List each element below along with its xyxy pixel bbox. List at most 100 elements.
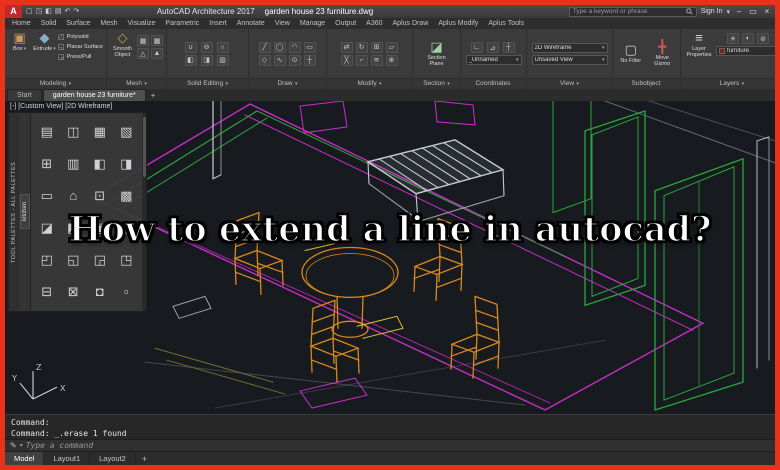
- modify-tool-icon[interactable]: ▱: [386, 42, 398, 53]
- section-plane-button[interactable]: ◪ Section Plane: [422, 40, 452, 67]
- palette-block[interactable]: ◨: [114, 148, 140, 179]
- palette-block[interactable]: ⊟: [34, 276, 60, 307]
- draw-tool-icon[interactable]: ◇: [259, 55, 271, 66]
- box-tool-button[interactable]: ▣ Box▾: [8, 31, 31, 52]
- modify-tool-icon[interactable]: ╳: [341, 55, 353, 66]
- palette-block[interactable]: ⊠: [61, 276, 87, 307]
- ribbon-tab[interactable]: Solid: [36, 18, 62, 29]
- ribbon-tab[interactable]: View: [270, 18, 295, 29]
- search-field[interactable]: Type a keyword or phrase: [569, 7, 697, 17]
- search-icon[interactable]: [686, 8, 693, 15]
- ribbon-tab[interactable]: Annotate: [232, 18, 270, 29]
- palette-block[interactable]: ⌂: [61, 180, 87, 211]
- modify-tool-icon[interactable]: ⇄: [341, 42, 353, 53]
- ucs-tool-icon[interactable]: ┼: [503, 42, 515, 53]
- palette-block[interactable]: ▦: [87, 116, 113, 147]
- ribbon-tab[interactable]: Manage: [295, 18, 330, 29]
- modify-tool-icon[interactable]: ⌐: [356, 55, 368, 66]
- panel-label-modeling[interactable]: Modeling ▾: [5, 78, 106, 89]
- draw-tool-icon[interactable]: ∿: [274, 55, 286, 66]
- palette-block[interactable]: ▤: [34, 116, 60, 147]
- named-view-combo[interactable]: Unsaved View▾: [532, 55, 608, 65]
- mesh-tool-icon[interactable]: △: [137, 48, 149, 59]
- signin-dropdown-icon[interactable]: ▾: [726, 8, 730, 16]
- mesh-tool-icon[interactable]: ▲: [151, 48, 163, 59]
- sign-in-button[interactable]: Sign In: [701, 8, 723, 15]
- draw-tool-icon[interactable]: ╱: [259, 42, 271, 53]
- ribbon-tab[interactable]: A360: [361, 18, 387, 29]
- solid-editing-tool-icon[interactable]: ∪: [185, 42, 197, 53]
- panel-label-view[interactable]: View ▾: [527, 78, 612, 89]
- command-input[interactable]: ✎ ▾ Type a command: [5, 439, 775, 451]
- panel-label-solid-editing[interactable]: Solid Editing ▾: [167, 78, 248, 89]
- layer-state-icon[interactable]: ⊘: [757, 33, 769, 44]
- draw-tool-icon[interactable]: ┼: [304, 55, 316, 66]
- solid-editing-tool-icon[interactable]: ◧: [185, 55, 197, 66]
- draw-tool-icon[interactable]: ⊙: [289, 55, 301, 66]
- ucs-tool-icon[interactable]: ⊿: [487, 42, 499, 53]
- palette-block[interactable]: ◘: [87, 276, 113, 307]
- palette-block[interactable]: ◧: [87, 148, 113, 179]
- draw-tool-icon[interactable]: ◯: [274, 42, 286, 53]
- tab-model[interactable]: Model: [5, 452, 44, 465]
- maximize-button[interactable]: ▭: [748, 7, 758, 16]
- visual-style-control[interactable]: [2D Wireframe]: [65, 103, 112, 110]
- draw-tool-icon[interactable]: ◠: [289, 42, 301, 53]
- file-tab-start[interactable]: Start: [7, 89, 42, 101]
- panel-label-subobject[interactable]: Subobject: [613, 78, 680, 89]
- visual-style-combo[interactable]: 2D Wireframe▾: [532, 43, 608, 53]
- panel-label-mesh[interactable]: Mesh ▾: [107, 78, 166, 89]
- ribbon-tab[interactable]: Aplus Tools: [483, 18, 529, 29]
- new-layout-button[interactable]: +: [136, 454, 153, 464]
- modify-tool-icon[interactable]: ⊕: [386, 55, 398, 66]
- smooth-object-button[interactable]: ◇ Smooth Object: [110, 31, 135, 58]
- solid-editing-tool-icon[interactable]: ∩: [217, 42, 229, 53]
- ucs-tool-icon[interactable]: ∟: [471, 42, 483, 53]
- qat-icon[interactable]: ▢: [26, 5, 33, 18]
- extrude-tool-button[interactable]: ◆ Extrude▾: [33, 31, 56, 52]
- close-button[interactable]: ×: [762, 7, 772, 16]
- mesh-tool-icon[interactable]: ▩: [151, 35, 163, 46]
- file-tab-document[interactable]: garden house 23 furniture*: [43, 89, 146, 101]
- panel-label-draw[interactable]: Draw ▾: [249, 78, 326, 89]
- view-control[interactable]: [Custom View]: [18, 103, 63, 110]
- palette-block[interactable]: ▧: [114, 116, 140, 147]
- mesh-tool-icon[interactable]: ▦: [137, 35, 149, 46]
- palette-block[interactable]: ▥: [61, 148, 87, 179]
- qat-icon[interactable]: ▤: [55, 5, 62, 18]
- planar-surface-button[interactable]: ◱Planar Surface: [58, 43, 103, 51]
- press-pull-button[interactable]: ◲Press/Pull: [58, 53, 103, 61]
- modify-tool-icon[interactable]: ⊞: [371, 42, 383, 53]
- minimize-button[interactable]: –: [734, 7, 744, 16]
- solid-editing-tool-icon[interactable]: ⊖: [201, 42, 213, 53]
- qat-icon[interactable]: ◳: [36, 5, 43, 18]
- modify-tool-icon[interactable]: ≋: [371, 55, 383, 66]
- ribbon-tab[interactable]: Surface: [61, 18, 95, 29]
- viewport[interactable]: X Y Z [-] [Custom View] [2D Wireframe] T…: [5, 101, 775, 414]
- panel-label-section[interactable]: Section ▾: [413, 78, 460, 89]
- move-gizmo-button[interactable]: ╋ Move Gizmo: [648, 40, 678, 67]
- layer-state-icon[interactable]: ☀: [727, 33, 739, 44]
- ribbon-tab[interactable]: Parametric: [160, 18, 204, 29]
- polysolid-button[interactable]: ◰Polysolid: [58, 33, 103, 41]
- viewport-menu-control[interactable]: [-]: [10, 103, 16, 110]
- palette-block[interactable]: ◫: [61, 116, 87, 147]
- layer-properties-button[interactable]: ≡ Layer Properties: [684, 31, 714, 58]
- layer-combo[interactable]: furniture ▾: [716, 46, 775, 56]
- qat-icon[interactable]: ◧: [45, 5, 52, 18]
- solid-editing-tool-icon[interactable]: ◨: [201, 55, 213, 66]
- panel-label-modify[interactable]: Modify ▾: [327, 78, 412, 89]
- layer-state-icon[interactable]: ◐: [742, 33, 754, 44]
- palette-block[interactable]: ⊞: [34, 148, 60, 179]
- ribbon-tab[interactable]: Insert: [204, 18, 232, 29]
- no-filter-button[interactable]: ▢ No Filter: [616, 43, 646, 64]
- tab-layout2[interactable]: Layout2: [90, 452, 136, 465]
- panel-label-layers[interactable]: Layers ▾: [681, 78, 775, 89]
- autocad-logo[interactable]: A: [5, 5, 22, 18]
- tab-layout1[interactable]: Layout1: [44, 452, 90, 465]
- palette-block[interactable]: ⊡: [87, 180, 113, 211]
- ribbon-tab[interactable]: Mesh: [95, 18, 122, 29]
- ribbon-tab[interactable]: Home: [7, 18, 36, 29]
- ribbon-tab[interactable]: Aplus Draw: [388, 18, 434, 29]
- palette-block[interactable]: ▭: [34, 180, 60, 211]
